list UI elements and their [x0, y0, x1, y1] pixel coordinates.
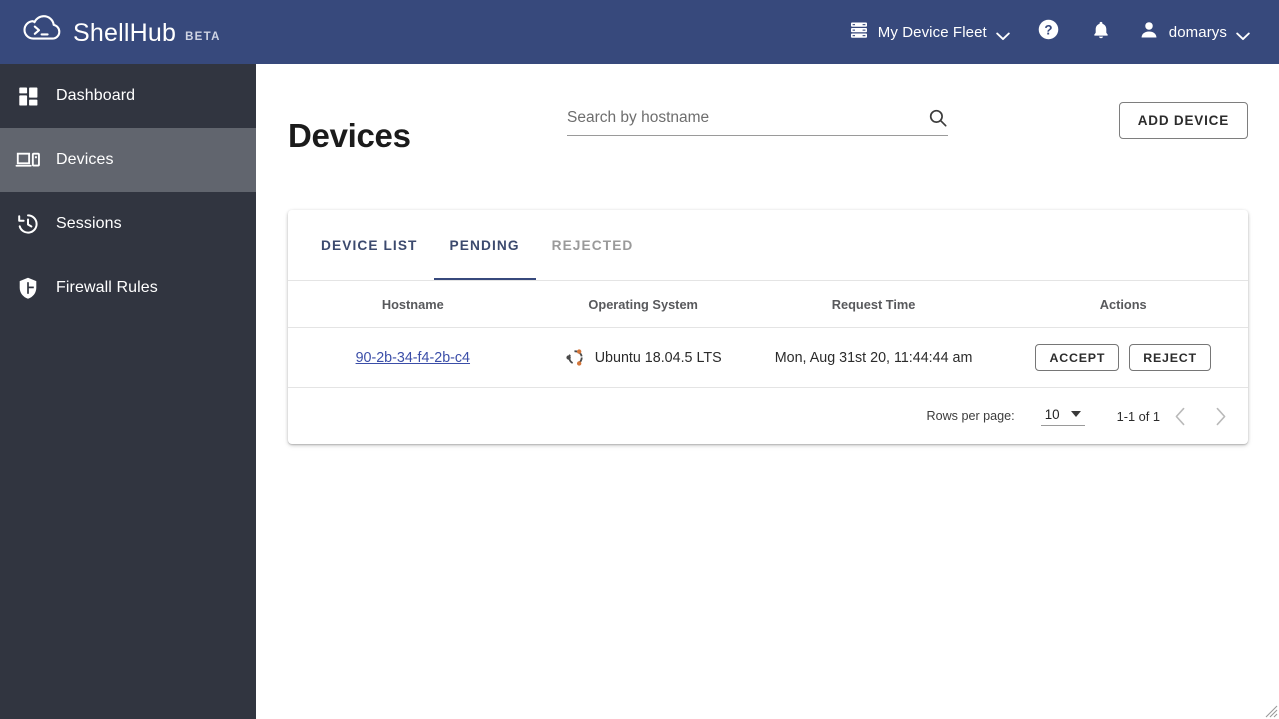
sidebar-item-label: Sessions — [56, 215, 122, 232]
search-input[interactable] — [567, 109, 922, 127]
app-window: ShellHub BETA My Device Fleet ? domarys … — [0, 0, 1279, 719]
window-resize-grip[interactable] — [1263, 703, 1278, 718]
history-clock-icon — [0, 212, 56, 236]
brand-beta-tag: BETA — [185, 31, 221, 43]
tab-bar: DEVICE LIST PENDING REJECTED — [288, 210, 1248, 280]
brand-logo[interactable]: ShellHub BETA — [22, 15, 221, 49]
user-name: domarys — [1168, 23, 1227, 41]
help-button[interactable]: ? — [1021, 12, 1076, 52]
hostname-link[interactable]: 90-2b-34-f4-2b-c4 — [356, 350, 470, 366]
help-circle-icon: ? — [1037, 18, 1060, 46]
rows-per-page-value: 10 — [1044, 406, 1060, 422]
shield-icon — [0, 276, 56, 300]
chevron-down-icon — [1236, 28, 1250, 40]
column-header-operating-system: Operating System — [537, 280, 749, 328]
namespace-selector[interactable]: My Device Fleet — [838, 14, 1021, 51]
request-time: Mon, Aug 31st 20, 11:44:44 am — [774, 349, 973, 366]
table-head: Hostname Operating System Request Time A… — [288, 280, 1248, 328]
triangle-down-icon — [1070, 411, 1081, 417]
page-header: Devices ADD DEVICE — [256, 64, 1279, 152]
previous-page-button[interactable] — [1160, 396, 1200, 436]
chevron-right-icon — [1214, 407, 1227, 426]
sidebar-item-firewall-rules[interactable]: Firewall Rules — [0, 256, 256, 320]
user-menu[interactable]: domarys — [1126, 13, 1261, 52]
sidebar-item-label: Firewall Rules — [56, 279, 158, 296]
reject-button[interactable]: REJECT — [1129, 344, 1211, 371]
cell-actions: ACCEPT REJECT — [998, 327, 1248, 388]
next-page-button[interactable] — [1200, 396, 1240, 436]
sidebar-item-devices[interactable]: Devices — [0, 128, 256, 192]
sidebar-nav: Dashboard Devices Sessions Firewall Rule… — [0, 64, 256, 719]
top-app-bar: ShellHub BETA My Device Fleet ? domarys — [0, 0, 1279, 64]
svg-text:?: ? — [1044, 22, 1052, 37]
person-icon — [1138, 19, 1160, 46]
table-row: 90-2b-34-f4-2b-c4 Ubuntu 18.04.5 LTS Mon… — [288, 327, 1248, 388]
rows-per-page-label: Rows per page: — [926, 409, 1015, 423]
tab-pending[interactable]: PENDING — [433, 210, 536, 280]
brand-name: ShellHub — [73, 19, 177, 47]
bell-icon — [1090, 19, 1112, 46]
column-header-request-time: Request Time — [748, 280, 999, 328]
sidebar-item-label: Devices — [56, 151, 114, 168]
main-content: Devices ADD DEVICE DEVICE LIST PENDING R… — [256, 64, 1279, 719]
ubuntu-icon — [565, 347, 586, 368]
os-name: Ubuntu 18.04.5 LTS — [594, 349, 722, 366]
pagination-bar: Rows per page: 10 1-1 of 1 — [288, 388, 1248, 444]
namespace-label: My Device Fleet — [877, 23, 987, 41]
add-device-button[interactable]: ADD DEVICE — [1118, 102, 1248, 139]
notifications-button[interactable] — [1076, 13, 1126, 52]
sidebar-item-label: Dashboard — [56, 87, 136, 104]
tab-device-list[interactable]: DEVICE LIST — [305, 210, 434, 280]
sidebar-item-sessions[interactable]: Sessions — [0, 192, 256, 256]
table-body: 90-2b-34-f4-2b-c4 Ubuntu 18.04.5 LTS Mon… — [288, 327, 1248, 388]
rows-per-page-select[interactable]: 10 — [1040, 406, 1085, 426]
server-rack-icon — [849, 20, 869, 45]
chevron-down-icon — [996, 28, 1010, 40]
chevron-left-icon — [1174, 407, 1187, 426]
dashboard-grid-icon — [0, 85, 56, 108]
column-header-hostname: Hostname — [288, 280, 538, 328]
devices-icon — [0, 149, 56, 171]
top-bar-actions: My Device Fleet ? domarys — [838, 12, 1261, 52]
cell-hostname: 90-2b-34-f4-2b-c4 — [288, 327, 538, 388]
sidebar-item-dashboard[interactable]: Dashboard — [0, 64, 256, 128]
tab-rejected[interactable]: REJECTED — [536, 210, 650, 280]
table-header-row: Hostname Operating System Request Time A… — [288, 280, 1248, 328]
column-header-actions: Actions — [998, 280, 1248, 328]
cell-operating-system: Ubuntu 18.04.5 LTS — [537, 327, 749, 388]
cell-request-time: Mon, Aug 31st 20, 11:44:44 am — [748, 327, 999, 388]
search-field[interactable] — [567, 108, 948, 136]
pagination-range: 1-1 of 1 — [1116, 408, 1160, 424]
search-icon[interactable] — [928, 108, 948, 128]
accept-button[interactable]: ACCEPT — [1035, 344, 1120, 371]
page-title: Devices — [288, 117, 411, 155]
devices-card: DEVICE LIST PENDING REJECTED Hostname Op… — [288, 210, 1248, 444]
pending-devices-table: Hostname Operating System Request Time A… — [288, 280, 1248, 388]
cloud-terminal-icon — [22, 15, 64, 49]
